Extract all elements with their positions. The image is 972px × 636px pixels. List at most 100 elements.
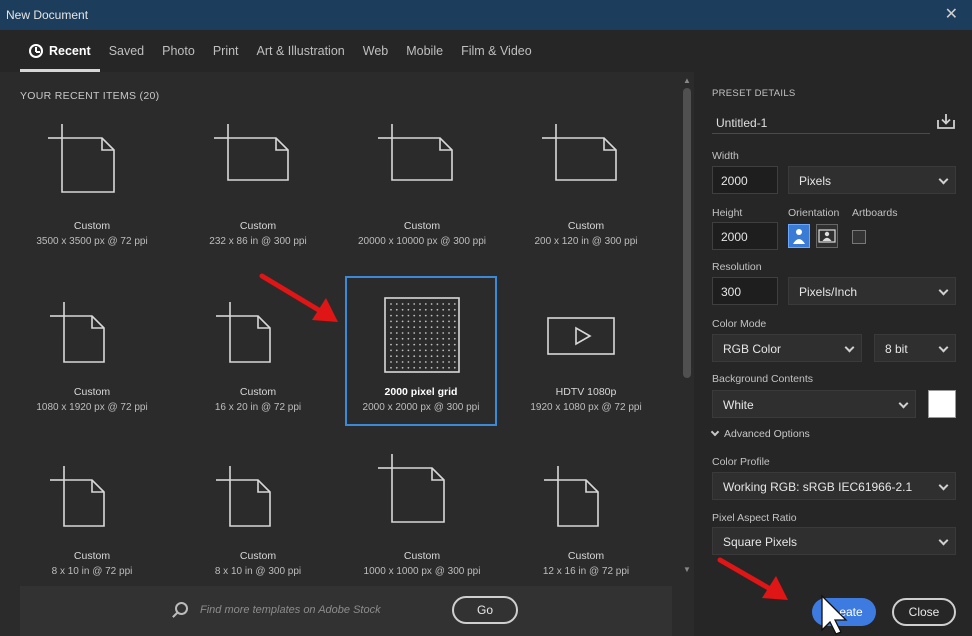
recent-item-name: HDTV 1080p [555, 386, 617, 398]
recent-item-dimensions: 2000 x 2000 px @ 300 ppi [362, 402, 480, 413]
landscape-orientation-button[interactable] [816, 224, 838, 248]
video-play-icon [547, 317, 615, 355]
color-profile-dropdown[interactable]: Working RGB: sRGB IEC61966-2.1 [712, 472, 956, 500]
recent-item[interactable]: 2000 pixel grid 2000 x 2000 px @ 300 ppi [345, 276, 497, 426]
recent-item[interactable]: Custom 3500 x 3500 px @ 72 ppi [16, 112, 168, 262]
tab-print[interactable]: Print [204, 30, 248, 72]
chevron-down-icon [938, 480, 949, 491]
document-icon [378, 454, 445, 523]
scrollbar[interactable]: ▲ ▼ [680, 72, 694, 636]
document-icon [50, 302, 105, 363]
portrait-orientation-button[interactable] [788, 224, 810, 248]
tab-photo[interactable]: Photo [153, 30, 204, 72]
tab-mobile[interactable]: Mobile [397, 30, 452, 72]
recent-item-dimensions: 16 x 20 in @ 72 ppi [214, 402, 302, 413]
width-unit-dropdown[interactable]: Pixels [788, 166, 956, 194]
advanced-options-toggle[interactable]: Advanced Options [710, 427, 810, 440]
resolution-label: Resolution [712, 261, 762, 273]
chevron-down-icon [938, 535, 949, 546]
artboards-checkbox[interactable] [852, 230, 866, 244]
preset-details-panel: PRESET DETAILS Untitled-1 Width 2000 Pix… [694, 72, 972, 636]
color-mode-dropdown[interactable]: RGB Color [712, 334, 862, 362]
recent-item-name: Custom [73, 220, 111, 232]
document-icon [214, 124, 289, 181]
recent-item-name: Custom [403, 220, 441, 232]
recent-item-name: Custom [403, 550, 441, 562]
tab-film-video[interactable]: Film & Video [452, 30, 541, 72]
document-icon [216, 302, 271, 363]
background-contents-label: Background Contents [712, 373, 813, 385]
landscape-person-icon [818, 229, 836, 243]
document-icon [50, 466, 105, 527]
go-button[interactable]: Go [452, 596, 518, 624]
pixel-grid-icon [384, 297, 460, 373]
recent-item[interactable]: Custom 12 x 16 in @ 72 ppi [510, 442, 662, 592]
recent-item-dimensions: 20000 x 10000 px @ 300 ppi [357, 236, 487, 247]
pixel-aspect-ratio-dropdown[interactable]: Square Pixels [712, 527, 956, 555]
scroll-up-icon[interactable]: ▲ [683, 76, 691, 85]
document-icon [216, 466, 271, 527]
recent-item[interactable]: Custom 8 x 10 in @ 300 ppi [182, 442, 334, 592]
recent-item-name: Custom [239, 220, 277, 232]
recent-item-name: 2000 pixel grid [384, 386, 458, 398]
recent-item-dimensions: 12 x 16 in @ 72 ppi [542, 566, 630, 577]
recent-item[interactable]: Custom 16 x 20 in @ 72 ppi [182, 278, 334, 428]
scroll-down-icon[interactable]: ▼ [683, 565, 691, 574]
recent-item-dimensions: 3500 x 3500 px @ 72 ppi [36, 236, 148, 247]
close-icon[interactable]: ✕ [945, 4, 958, 24]
chevron-down-icon [938, 342, 949, 353]
bit-depth-dropdown[interactable]: 8 bit [874, 334, 956, 362]
background-color-swatch[interactable] [928, 390, 956, 418]
recent-item[interactable]: Custom 200 x 120 in @ 300 ppi [510, 112, 662, 262]
tab-saved[interactable]: Saved [100, 30, 153, 72]
recent-item[interactable]: Custom 232 x 86 in @ 300 ppi [182, 112, 334, 262]
document-icon [542, 124, 617, 181]
title-bar: New Document ✕ [0, 0, 972, 30]
recent-item[interactable]: Custom 8 x 10 in @ 72 ppi [16, 442, 168, 592]
recent-item[interactable]: Custom 20000 x 10000 px @ 300 ppi [346, 112, 498, 262]
chevron-down-icon [898, 398, 909, 409]
background-contents-dropdown[interactable]: White [712, 390, 916, 418]
document-icon [48, 124, 115, 193]
save-preset-icon[interactable] [936, 112, 956, 130]
recent-item-dimensions: 1920 x 1080 px @ 72 ppi [530, 402, 642, 413]
create-button[interactable]: eate [812, 598, 876, 626]
orientation-label: Orientation [788, 207, 840, 219]
recent-item[interactable]: Custom 1080 x 1920 px @ 72 ppi [16, 278, 168, 428]
recent-item-name: Custom [73, 386, 111, 398]
chevron-down-icon [710, 427, 720, 437]
recent-item-name: Custom [73, 550, 111, 562]
scroll-thumb[interactable] [683, 88, 691, 378]
close-button[interactable]: Close [892, 598, 956, 626]
search-icon [175, 602, 188, 615]
pixel-aspect-ratio-label: Pixel Aspect Ratio [712, 512, 797, 524]
color-mode-label: Color Mode [712, 318, 767, 330]
resolution-unit-dropdown[interactable]: Pixels/Inch [788, 277, 956, 305]
recent-item-dimensions: 1000 x 1000 px @ 300 ppi [363, 566, 481, 577]
width-input[interactable]: 2000 [712, 166, 778, 194]
recent-items-heading: YOUR RECENT ITEMS (20) [20, 90, 160, 102]
chevron-down-icon [938, 174, 949, 185]
tab-recent[interactable]: Recent [20, 30, 100, 72]
clock-icon [29, 44, 43, 58]
document-icon [544, 466, 599, 527]
height-input[interactable]: 2000 [712, 222, 778, 250]
window-title: New Document [6, 8, 89, 22]
stock-search-bar: Go [20, 586, 672, 636]
chevron-down-icon [844, 342, 855, 353]
tab-art-illustration[interactable]: Art & Illustration [248, 30, 354, 72]
recent-item-name: Custom [239, 386, 277, 398]
chevron-down-icon [938, 285, 949, 296]
width-label: Width [712, 150, 739, 162]
stock-search-input[interactable] [200, 601, 440, 619]
recent-item[interactable]: HDTV 1080p 1920 x 1080 px @ 72 ppi [510, 278, 662, 428]
recent-item-dimensions: 8 x 10 in @ 300 ppi [214, 566, 302, 577]
tab-web[interactable]: Web [354, 30, 397, 72]
resolution-input[interactable]: 300 [712, 277, 778, 305]
recent-item-dimensions: 200 x 120 in @ 300 ppi [534, 236, 638, 247]
height-label: Height [712, 207, 743, 219]
recent-item[interactable]: Custom 1000 x 1000 px @ 300 ppi [346, 442, 498, 592]
recent-item-name: Custom [567, 220, 605, 232]
recent-item-dimensions: 232 x 86 in @ 300 ppi [209, 236, 307, 247]
document-name-field[interactable]: Untitled-1 [712, 108, 930, 134]
